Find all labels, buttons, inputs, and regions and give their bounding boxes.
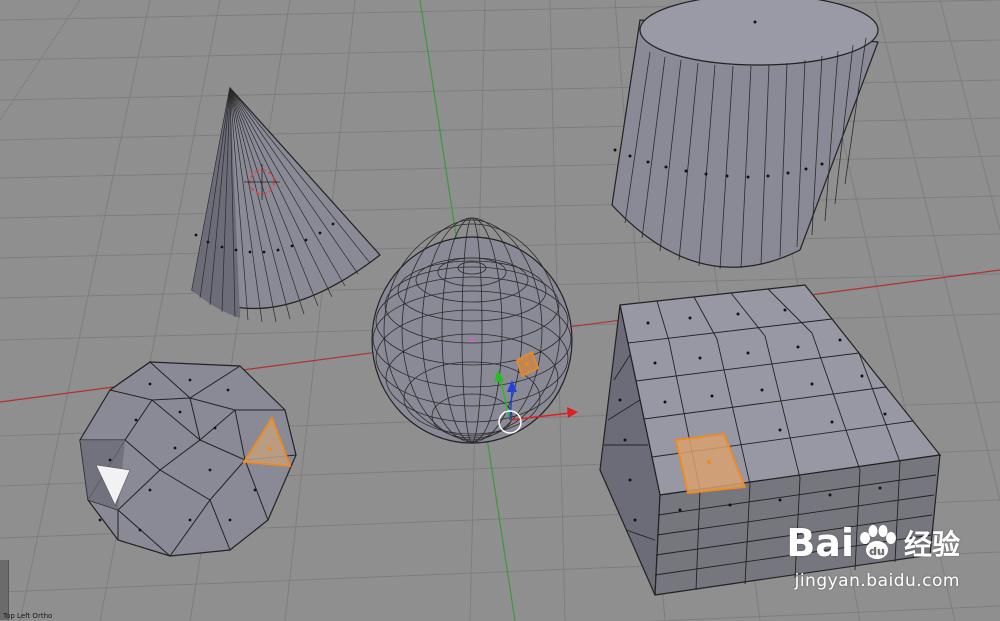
watermark-brand-left: Bai [786,521,854,565]
watermark-brand-right: 经验 [903,528,960,561]
watermark-url: jingyan.baidu.com [794,571,960,591]
toolshelf-tab[interactable] [0,560,9,620]
viewport-status-text: Top Left Ortho [3,612,53,620]
paw-icon: du [859,525,896,559]
watermark-logo: Bai du 经验 [786,521,960,565]
svg-text:du: du [869,545,885,558]
baidu-jingyan-watermark: Bai du 经验 jingyan.baidu.com [780,521,960,601]
